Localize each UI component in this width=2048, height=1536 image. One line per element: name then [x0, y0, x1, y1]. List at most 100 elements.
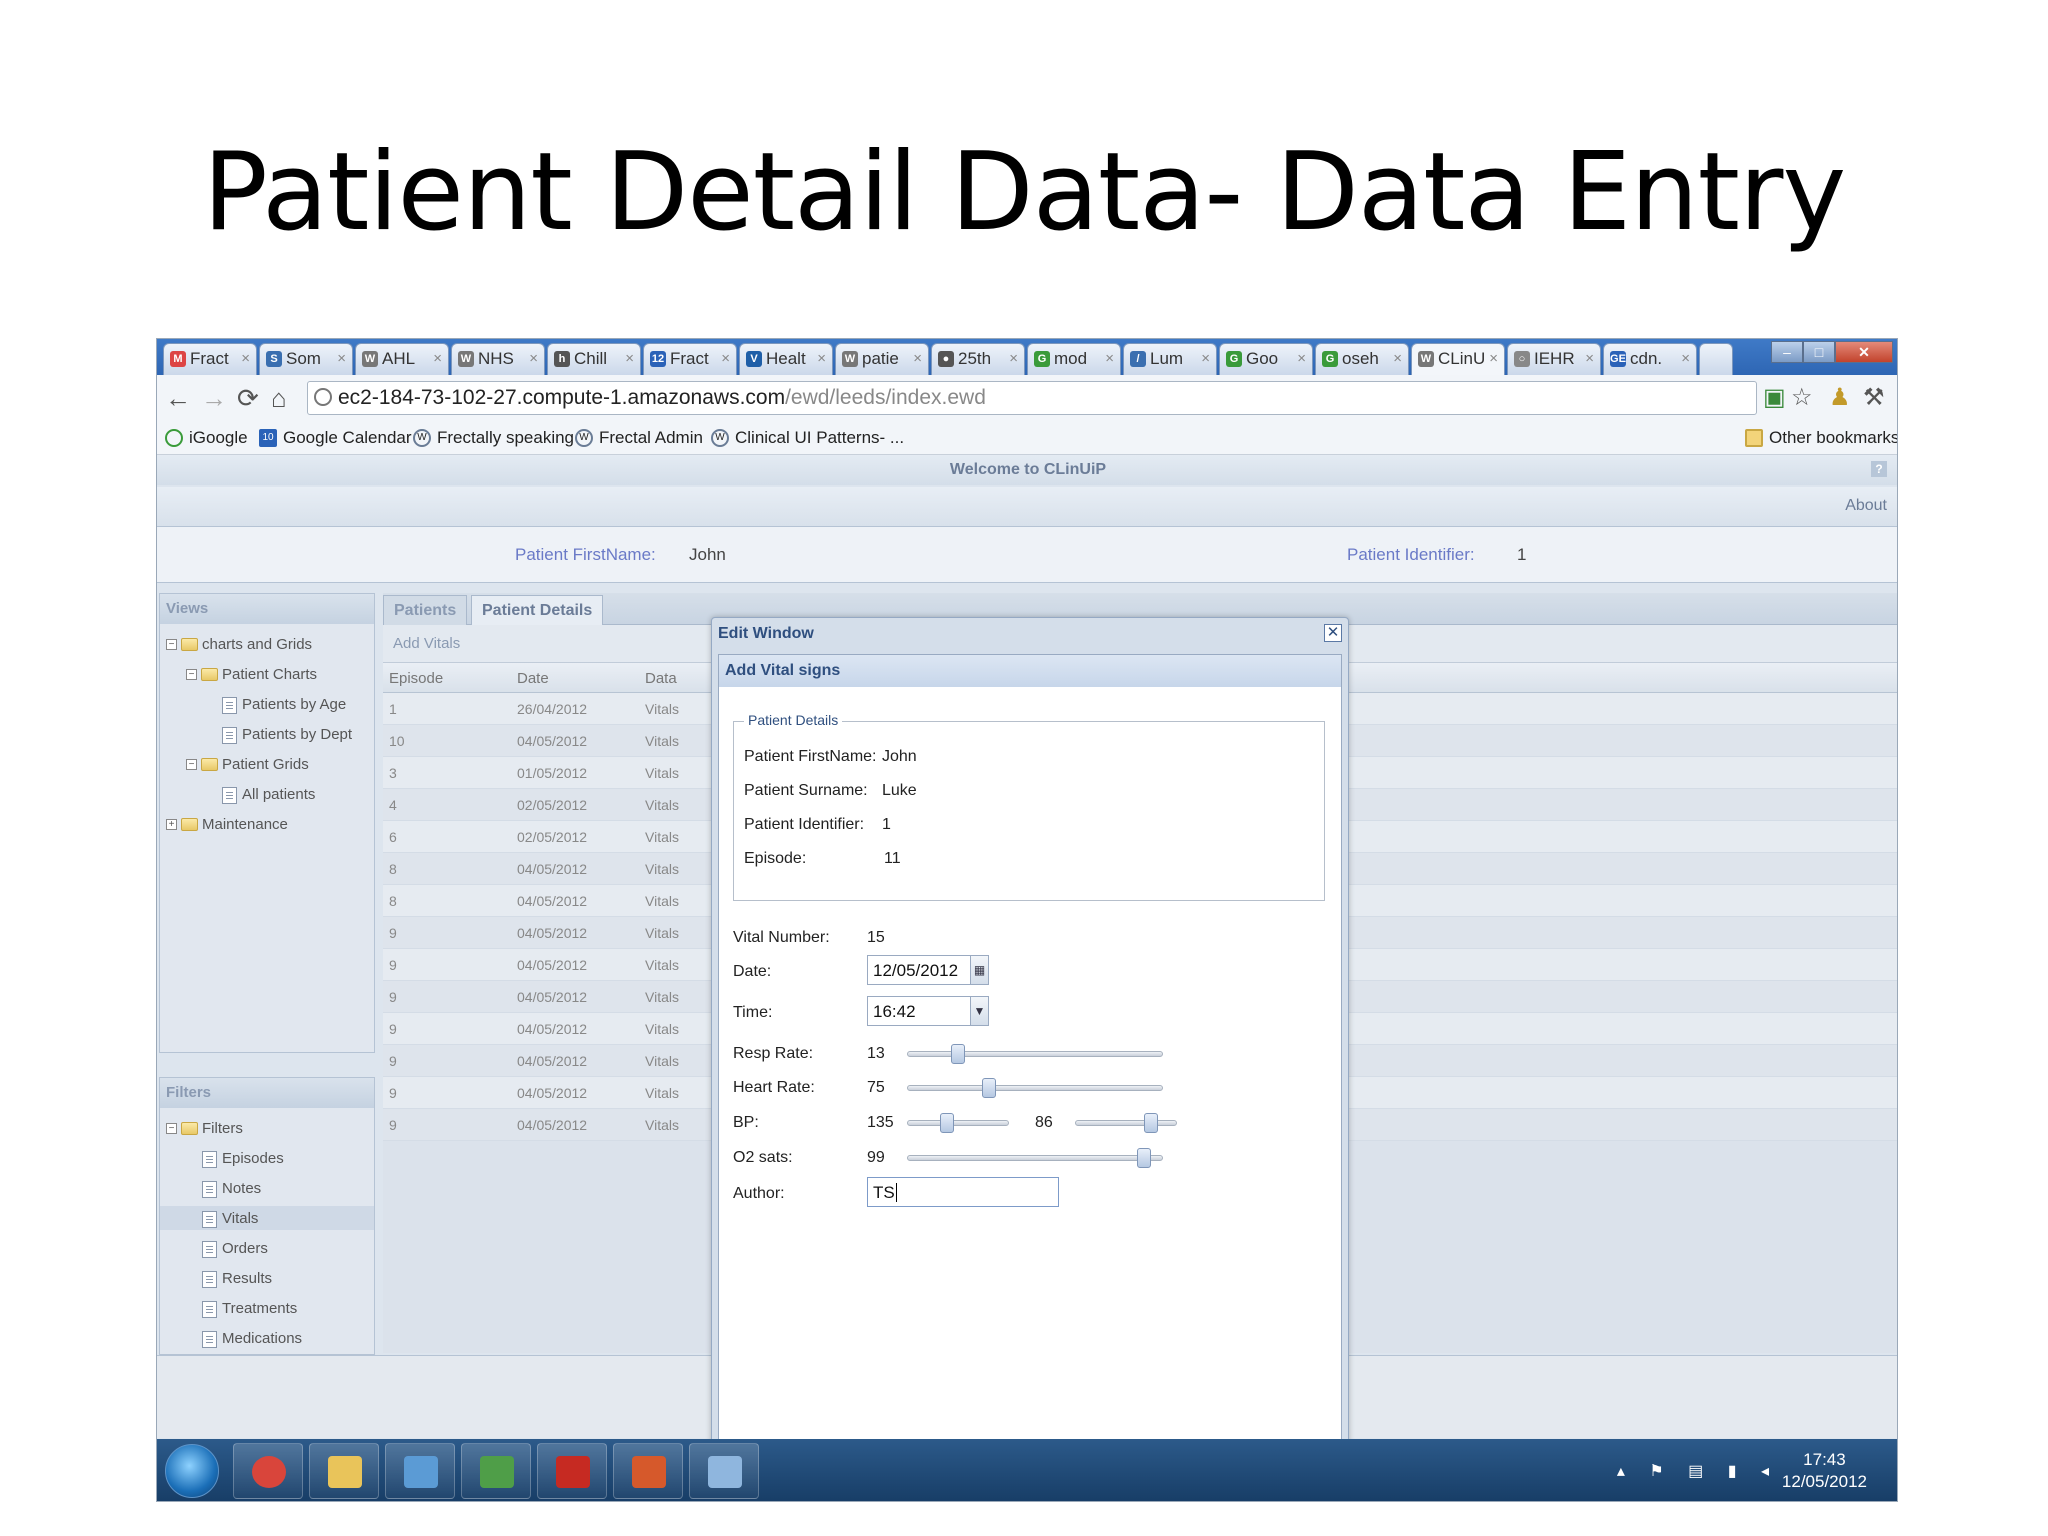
start-button[interactable] [165, 1444, 219, 1498]
browser-tab[interactable]: W AHL × [355, 343, 449, 375]
minimize-button[interactable]: – [1771, 341, 1803, 363]
reload-icon[interactable]: ⟳ [237, 383, 259, 414]
date-field[interactable]: 12/05/2012 ▦ [867, 955, 989, 985]
collapse-icon[interactable]: − [186, 669, 197, 680]
taskbar-powerpoint-button[interactable] [613, 1443, 683, 1499]
user-icon[interactable]: ♟ [1829, 383, 1851, 412]
filter-item[interactable]: Orders [202, 1240, 268, 1258]
taskbar-security-button[interactable] [461, 1443, 531, 1499]
bp-systolic-slider[interactable] [907, 1120, 1009, 1126]
tab-close-icon[interactable]: × [1585, 350, 1594, 367]
heart-rate-slider-thumb[interactable] [982, 1078, 997, 1098]
tree-item[interactable]: Patients by Dept [222, 726, 352, 744]
collapse-icon[interactable]: − [166, 1123, 177, 1134]
filter-item[interactable]: Treatments [202, 1300, 297, 1318]
tree-item[interactable]: All patients [222, 786, 315, 804]
about-menu[interactable]: About [1845, 497, 1887, 515]
tab-close-icon[interactable]: × [913, 350, 922, 367]
taskbar-acrobat-button[interactable] [537, 1443, 607, 1499]
tree-item[interactable]: + Maintenance [166, 816, 288, 833]
tab-close-icon[interactable]: × [337, 350, 346, 367]
browser-tab[interactable]: G Goo × [1219, 343, 1313, 375]
bookmark-other[interactable]: Other bookmarks [1745, 428, 1897, 448]
bookmark-frectal-admin[interactable]: W Frectal Admin [575, 428, 703, 448]
tab-close-icon[interactable]: × [241, 350, 250, 367]
browser-tab[interactable]: / Lum × [1123, 343, 1217, 375]
browser-tab[interactable]: ● 25th × [931, 343, 1025, 375]
tab-close-icon[interactable]: × [625, 350, 634, 367]
tab-patients[interactable]: Patients [383, 595, 468, 625]
taskbar-paint-button[interactable] [689, 1443, 759, 1499]
browser-tab[interactable]: V Healt × [739, 343, 833, 375]
author-input[interactable]: TS [867, 1177, 1059, 1207]
browser-tab[interactable]: W NHS × [451, 343, 545, 375]
close-window-button[interactable]: ✕ [1835, 341, 1893, 363]
browser-tab[interactable]: 12 Fract × [643, 343, 737, 375]
tab-close-icon[interactable]: × [433, 350, 442, 367]
bp-diastolic-slider[interactable] [1075, 1120, 1177, 1126]
filter-item[interactable]: Vitals [202, 1210, 258, 1228]
browser-tab[interactable]: Wpatie × [835, 343, 929, 375]
address-bar[interactable]: ec2-184-73-102-27.compute-1.amazonaws.co… [307, 381, 1757, 415]
collapse-icon[interactable]: − [166, 639, 177, 650]
forward-icon[interactable]: → [201, 383, 227, 414]
tab-close-icon[interactable]: × [1393, 350, 1402, 367]
filter-item[interactable]: Episodes [202, 1150, 284, 1168]
tab-close-icon[interactable]: × [1201, 350, 1210, 367]
browser-tab[interactable]: h Chill × [547, 343, 641, 375]
tab-close-icon[interactable]: × [1297, 350, 1306, 367]
tree-item[interactable]: − Patient Charts [186, 666, 317, 683]
maximize-button[interactable]: □ [1803, 341, 1835, 363]
tab-close-icon[interactable]: × [1681, 350, 1690, 367]
browser-tab[interactable]: M Fract × [163, 343, 257, 375]
filter-item[interactable]: Medications [202, 1330, 302, 1348]
browser-tab[interactable]: Goseh × [1315, 343, 1409, 375]
filter-item[interactable]: Results [202, 1270, 272, 1288]
time-field[interactable]: 16:42 ▼ [867, 996, 989, 1026]
tab-close-icon[interactable]: × [817, 350, 826, 367]
tree-item[interactable]: − charts and Grids [166, 636, 312, 653]
taskbar-network-button[interactable] [385, 1443, 455, 1499]
column-data[interactable]: Data [645, 670, 677, 687]
browser-tab[interactable]: Gmod × [1027, 343, 1121, 375]
star-icon[interactable]: ☆ [1791, 383, 1813, 412]
taskbar-explorer-button[interactable] [309, 1443, 379, 1499]
tree-item[interactable]: − Patient Grids [186, 756, 309, 773]
extension-icon[interactable]: ▣ [1763, 383, 1786, 412]
filters-root[interactable]: − Filters [166, 1120, 243, 1137]
bookmark-igoogle[interactable]: iGoogle [165, 428, 248, 448]
browser-tab[interactable]: ○ IEHR × [1507, 343, 1601, 375]
expand-icon[interactable]: + [166, 819, 177, 830]
tree-item[interactable]: Patients by Age [222, 696, 346, 714]
home-icon[interactable]: ⌂ [271, 383, 287, 414]
tab-close-icon[interactable]: × [1105, 350, 1114, 367]
o2-sats-slider-thumb[interactable] [1136, 1148, 1151, 1168]
column-date[interactable]: Date [517, 670, 549, 687]
browser-tab[interactable]: GE cdn. × [1603, 343, 1697, 375]
column-episode[interactable]: Episode [389, 670, 443, 687]
heart-rate-slider[interactable] [907, 1085, 1163, 1091]
bookmark-google-calendar[interactable]: 10 Google Calendar [259, 428, 412, 448]
browser-tab[interactable]: W CLinU × [1411, 343, 1505, 376]
system-tray-icons[interactable]: ▴ ⚑ ▤ ▮ ◂ [1617, 1461, 1779, 1481]
tab-close-icon[interactable]: × [529, 350, 538, 367]
collapse-icon[interactable]: − [186, 759, 197, 770]
tab-close-icon[interactable]: × [1009, 350, 1018, 367]
bp-systolic-slider-thumb[interactable] [940, 1113, 955, 1133]
close-icon[interactable]: ✕ [1324, 624, 1342, 642]
chevron-down-icon[interactable]: ▼ [970, 997, 988, 1025]
help-icon[interactable]: ? [1871, 461, 1887, 477]
resp-rate-slider[interactable] [907, 1051, 1163, 1057]
taskbar-chrome-button[interactable] [233, 1443, 303, 1499]
clock[interactable]: 17:43 12/05/2012 [1782, 1449, 1867, 1493]
wrench-icon[interactable]: ⚒ [1863, 383, 1885, 412]
calendar-icon[interactable]: ▦ [970, 956, 988, 984]
tab-patient-details[interactable]: Patient Details [471, 595, 604, 625]
tab-close-icon[interactable]: × [1489, 350, 1498, 367]
bookmark-frectally-speaking[interactable]: W Frectally speaking [413, 428, 574, 448]
resp-rate-slider-thumb[interactable] [950, 1044, 965, 1064]
bp-diastolic-slider-thumb[interactable] [1143, 1113, 1158, 1133]
bookmark-clinical-ui-patterns[interactable]: W Clinical UI Patterns- ... [711, 428, 904, 448]
new-tab-button[interactable] [1699, 343, 1733, 375]
o2-sats-slider[interactable] [907, 1155, 1163, 1161]
